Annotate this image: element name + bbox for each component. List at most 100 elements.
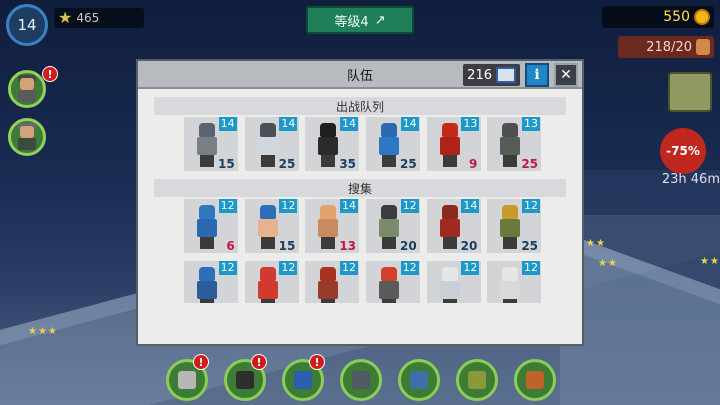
survivor-card[interactable]: 13 25 xyxy=(481,115,542,173)
storage-count: 216 xyxy=(467,67,492,83)
alert-icon: ! xyxy=(309,354,325,370)
survivor-card[interactable]: 14 25 xyxy=(239,115,300,173)
unit-count: 20 xyxy=(460,239,478,253)
modal-header: 队伍 216 i ✕ xyxy=(138,61,582,89)
computer-tool-icon xyxy=(352,371,370,389)
survivor-avatar-2[interactable] xyxy=(8,118,46,156)
info-button[interactable]: i xyxy=(525,63,549,87)
figure-body xyxy=(500,281,521,299)
figure-head xyxy=(381,267,398,281)
figure-legs xyxy=(200,299,214,303)
unit-count: 9 xyxy=(469,157,478,171)
figure-body xyxy=(318,281,339,299)
section-title-gather: 搜集 xyxy=(154,179,566,197)
survivor-card[interactable]: 12 20 xyxy=(360,197,421,255)
figure-legs xyxy=(321,155,336,167)
stars-decor-icon: ★★ xyxy=(700,256,720,267)
toolbar-button[interactable]: ! xyxy=(282,354,325,401)
survivor-card[interactable]: 14 13 xyxy=(299,197,360,255)
figure-legs xyxy=(200,155,214,167)
survivor-card[interactable]: 12 15 xyxy=(178,259,239,303)
survivor-figure-icon xyxy=(255,123,281,167)
close-button[interactable]: ✕ xyxy=(554,63,578,87)
toolbar-button[interactable] xyxy=(398,359,440,401)
survivor-avatar-1[interactable] xyxy=(8,70,46,108)
unit-count: 9 xyxy=(287,301,295,303)
toolbar-button[interactable] xyxy=(456,359,498,401)
survivor-card[interactable]: 12 15 xyxy=(481,259,542,303)
avatar-body-icon xyxy=(18,138,36,150)
coin-icon xyxy=(694,9,710,25)
avatar-face-icon xyxy=(20,126,34,138)
discount-badge[interactable]: -75% xyxy=(660,128,706,174)
survivor-card[interactable]: 12 15 xyxy=(239,197,300,255)
survivor-card[interactable]: 14 35 xyxy=(299,115,360,173)
offer-timer: 23h 46m xyxy=(661,172,720,187)
survivor-figure-icon xyxy=(194,123,220,167)
supply-crate-button[interactable] xyxy=(668,72,712,112)
survivor-card[interactable]: 14 20 xyxy=(421,197,482,255)
toolbar-button[interactable]: ! xyxy=(166,354,209,401)
stars-decor-icon: ★★ xyxy=(598,258,618,269)
figure-legs xyxy=(382,299,397,303)
survivor-figure-icon xyxy=(497,267,523,303)
survivor-figure-icon xyxy=(376,123,402,167)
battle-queue-row: 14 15 14 25 14 35 14 25 13 9 13 25 xyxy=(138,115,582,177)
survivor-card[interactable]: 12 30 xyxy=(421,259,482,303)
figure-legs xyxy=(442,299,457,303)
storage-counter[interactable]: 216 xyxy=(463,64,520,86)
header-actions: 216 i ✕ xyxy=(463,63,578,87)
population-counter[interactable]: 218/20 xyxy=(618,36,714,58)
survivor-figure-icon xyxy=(376,267,402,303)
unit-level-badge: 12 xyxy=(218,261,237,275)
coin-counter[interactable]: 550 xyxy=(602,6,714,28)
figure-head xyxy=(381,123,398,137)
level-tab-button[interactable]: 等级4 ↗ xyxy=(306,6,414,34)
player-level-value: 14 xyxy=(17,16,37,34)
figure-head xyxy=(259,205,276,219)
modal-title: 队伍 xyxy=(346,68,373,84)
figure-legs xyxy=(382,237,397,249)
toolbar-button[interactable] xyxy=(340,359,382,401)
stars-decor-icon: ★★★ xyxy=(28,326,58,337)
skull-tool-icon xyxy=(178,371,196,389)
survivor-card[interactable]: 12 6 xyxy=(178,197,239,255)
figure-legs xyxy=(503,237,518,249)
survivor-figure-icon xyxy=(194,267,220,303)
unit-count: 25 xyxy=(521,239,539,253)
bottom-toolbar: !!! xyxy=(160,347,580,405)
survivor-card[interactable]: 13 9 xyxy=(421,115,482,173)
unit-count: 25 xyxy=(278,157,296,171)
survivor-card[interactable]: 12 25 xyxy=(481,197,542,255)
storage-box-icon xyxy=(496,67,516,83)
figure-head xyxy=(320,205,337,219)
survivor-figure-icon xyxy=(315,123,341,167)
unit-count: 15 xyxy=(218,301,235,303)
survivor-figure-icon xyxy=(497,205,523,249)
unit-level-badge: 14 xyxy=(461,199,480,213)
figure-head xyxy=(441,267,458,281)
unit-count: 30 xyxy=(339,301,356,303)
survivor-figure-icon xyxy=(437,205,463,249)
figure-body xyxy=(379,137,400,155)
unit-level-badge: 12 xyxy=(340,261,359,275)
survivor-card[interactable]: 12 9 xyxy=(239,259,300,303)
survivor-card[interactable]: 12 30 xyxy=(299,259,360,303)
population-value: 218/20 xyxy=(646,39,692,55)
survivor-card[interactable]: 12 25 xyxy=(360,259,421,303)
avatar-body-icon xyxy=(18,90,36,102)
avatar-face-icon xyxy=(20,78,34,90)
unit-count: 35 xyxy=(339,157,357,171)
unit-count: 15 xyxy=(217,157,235,171)
toolbar-button[interactable]: ! xyxy=(224,354,267,401)
figure-head xyxy=(199,267,215,281)
figure-body xyxy=(439,137,460,155)
toolbar-button[interactable] xyxy=(514,359,556,401)
survivor-card[interactable]: 14 25 xyxy=(360,115,421,173)
survivor-figure-icon xyxy=(315,267,341,303)
figure-head xyxy=(502,123,519,137)
unit-count: 15 xyxy=(521,301,538,303)
player-level-badge[interactable]: 14 xyxy=(6,4,48,46)
figure-head xyxy=(502,267,519,281)
survivor-card[interactable]: 14 15 xyxy=(178,115,239,173)
